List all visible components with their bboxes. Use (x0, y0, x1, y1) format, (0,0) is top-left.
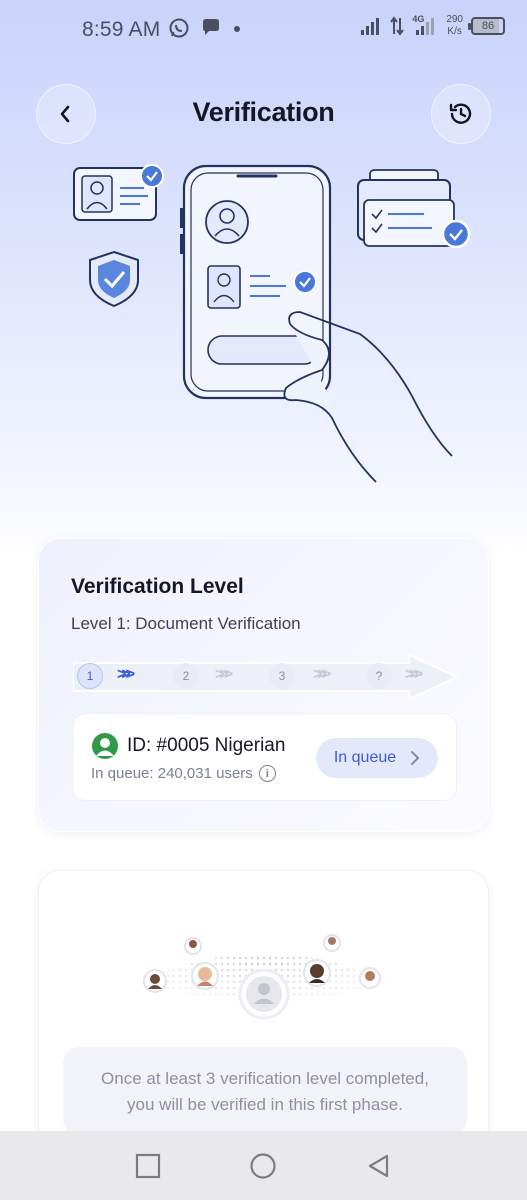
step-2-label: 2 (182, 669, 190, 683)
status-system-icons: 4G 290 K/s 86 (360, 14, 505, 38)
phase-note: Once at least 3 verification level compl… (63, 1047, 467, 1135)
step-3-label: 3 (278, 669, 286, 683)
user-avatar-6 (359, 967, 381, 989)
status-bar: 8:59 AM 4G 290 K/s 86 (0, 0, 527, 62)
net-speed-unit: K/s (447, 26, 462, 37)
dot-icon (234, 26, 240, 32)
step-1-chevrons: >>> (117, 666, 135, 683)
in-queue-label: In queue (333, 749, 397, 766)
id-card-icon (73, 164, 164, 221)
system-nav-bar (0, 1131, 527, 1200)
net-speed-value: 290 (446, 14, 463, 25)
level-title: Verification Level (71, 575, 244, 598)
step-4-label: ? (375, 669, 383, 683)
in-queue-button[interactable]: In queue (316, 738, 438, 778)
phase-info-card: Once at least 3 verification level compl… (38, 870, 489, 1170)
triangle-back-icon (369, 1154, 389, 1177)
status-notification-icons (168, 17, 242, 39)
network-4g-signal: 4G (412, 14, 438, 36)
queue-count-text: In queue: 240,031 users (91, 765, 253, 782)
recents-button[interactable] (128, 1146, 168, 1186)
phase-note-line1: Once at least 3 verification level compl… (101, 1069, 429, 1088)
status-time: 8:59 AM (82, 18, 161, 41)
verification-level-card: Verification Level Level 1: Document Ver… (38, 538, 489, 832)
info-icon[interactable]: i (258, 765, 276, 782)
user-avatar-5 (323, 934, 341, 952)
phone-icon (180, 164, 332, 400)
user-avatar-3 (191, 962, 219, 990)
signal-icon (361, 18, 380, 35)
step-1-label: 1 (86, 669, 94, 683)
phase-note-line2: you will be verified in this first phase… (127, 1095, 403, 1114)
documents-icon (357, 169, 471, 249)
user-avatar-4 (303, 959, 331, 987)
step-1-dot: 1 (77, 663, 103, 689)
signal-secondary-icon (416, 18, 435, 35)
history-clock-icon (449, 103, 472, 124)
user-globe-illustration (129, 934, 399, 1020)
circle-icon (250, 1152, 277, 1179)
step-4-dot: ? (366, 663, 392, 689)
step-4-chevrons: >>> (405, 666, 423, 683)
home-button[interactable] (243, 1146, 283, 1186)
user-avatar-1 (143, 969, 167, 993)
battery-icon: 86 (468, 17, 505, 35)
chevron-right-icon (411, 751, 420, 765)
level-subtitle: Level 1: Document Verification (71, 614, 301, 633)
user-avatar-icon (92, 733, 118, 759)
shield-icon (89, 250, 139, 308)
step-2-dot: 2 (173, 663, 199, 689)
battery-level: 86 (481, 20, 495, 32)
step-2-chevrons: >>> (215, 666, 233, 683)
data-transfer-icon (390, 16, 405, 36)
square-icon (135, 1153, 160, 1178)
user-avatar-2 (184, 937, 202, 955)
user-avatar-center (238, 968, 290, 1020)
chat-bubble-icon (203, 19, 219, 35)
system-back-button[interactable] (359, 1146, 399, 1186)
id-queue-box: ID: #0005 Nigerian In queue: 240,031 use… (72, 713, 457, 801)
verification-illustration (73, 164, 471, 483)
user-id-label: ID: #0005 Nigerian (127, 735, 286, 756)
net-speed: 290 K/s (446, 14, 463, 38)
hand-icon (283, 311, 453, 483)
level-progress-track: 1 >>> 2 >>> 3 >>> ? >>> (73, 655, 459, 699)
step-3-dot: 3 (269, 663, 295, 689)
step-3-chevrons: >>> (313, 666, 331, 683)
progress-arrow-shape (73, 655, 459, 699)
whatsapp-icon (169, 18, 189, 38)
queue-count: In queue: 240,031 users i (91, 765, 276, 782)
history-button[interactable] (431, 84, 491, 144)
